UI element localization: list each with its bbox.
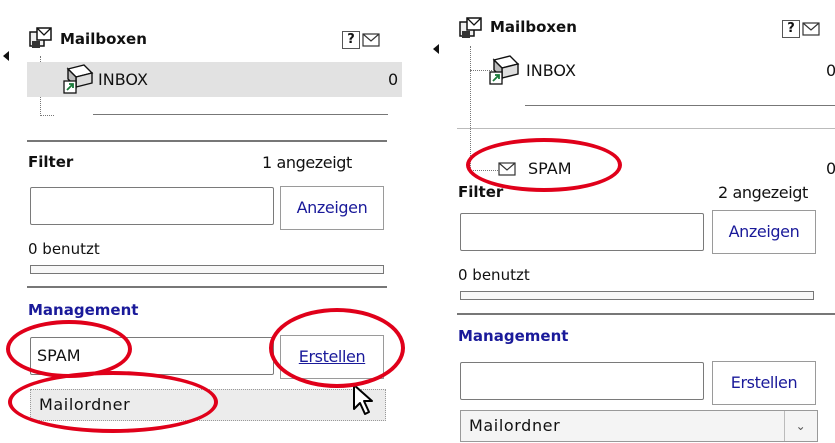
mailboxes-title: Mailboxen bbox=[490, 18, 577, 36]
new-folder-input[interactable] bbox=[460, 362, 704, 400]
inbox-label[interactable]: INBOX bbox=[526, 61, 576, 80]
inbox-label[interactable]: INBOX bbox=[98, 70, 148, 89]
inbox-count: 0 bbox=[826, 61, 835, 80]
collapse-arrow-icon[interactable] bbox=[433, 44, 439, 54]
inbox-count: 0 bbox=[388, 70, 399, 89]
mail-envelope-icon[interactable] bbox=[362, 33, 380, 47]
filter-input[interactable] bbox=[30, 187, 274, 225]
mailboxes-icon bbox=[459, 17, 482, 38]
spam-folder-icon bbox=[498, 162, 516, 176]
collapse-arrow-icon[interactable] bbox=[3, 51, 9, 61]
tree-line bbox=[40, 115, 54, 116]
help-icon[interactable]: ? bbox=[782, 20, 800, 38]
filter-label: Filter bbox=[28, 153, 74, 171]
filter-count: 1 angezeigt bbox=[262, 153, 352, 172]
usage-text: 0 benutzt bbox=[458, 266, 530, 284]
divider bbox=[525, 105, 835, 106]
folder-type-select[interactable]: Mailordner ⌄ bbox=[460, 410, 818, 442]
spam-label[interactable]: SPAM bbox=[528, 159, 572, 178]
mouse-cursor-icon bbox=[353, 384, 373, 415]
usage-bar bbox=[460, 291, 814, 300]
mailboxes-icon bbox=[29, 27, 52, 48]
tree-line bbox=[470, 170, 498, 171]
divider bbox=[93, 114, 388, 115]
usage-bar bbox=[30, 265, 384, 274]
management-label: Management bbox=[458, 327, 569, 345]
create-button[interactable]: Erstellen bbox=[280, 335, 384, 379]
chevron-down-icon[interactable]: ⌄ bbox=[784, 411, 817, 441]
mail-envelope-icon[interactable] bbox=[802, 22, 820, 36]
usage-text: 0 benutzt bbox=[28, 240, 100, 258]
left-panel: Mailboxen ? INBOX 0 Filter 1 angezeigt A… bbox=[0, 0, 405, 443]
help-icon[interactable]: ? bbox=[342, 31, 360, 49]
inbox-icon bbox=[63, 64, 94, 94]
create-button[interactable]: Erstellen bbox=[712, 361, 816, 405]
tree-line bbox=[470, 46, 471, 170]
new-folder-input[interactable]: SPAM bbox=[30, 337, 274, 375]
right-panel: Mailboxen ? INBOX 0 SPAM 0 Filter 2 ange… bbox=[430, 0, 835, 443]
divider bbox=[27, 286, 387, 288]
folder-type-select[interactable]: Mailordner bbox=[30, 389, 386, 421]
mailboxes-title: Mailboxen bbox=[60, 30, 147, 48]
divider bbox=[457, 128, 835, 129]
inbox-icon bbox=[489, 55, 520, 85]
divider bbox=[27, 140, 387, 142]
filter-label: Filter bbox=[458, 183, 504, 201]
spam-count: 0 bbox=[826, 159, 835, 178]
show-button[interactable]: Anzeigen bbox=[712, 210, 816, 254]
filter-input[interactable] bbox=[460, 213, 704, 251]
folder-type-select-value: Mailordner bbox=[469, 416, 561, 435]
filter-count: 2 angezeigt bbox=[718, 183, 808, 202]
show-button[interactable]: Anzeigen bbox=[280, 186, 384, 230]
management-label: Management bbox=[28, 301, 139, 319]
divider bbox=[457, 313, 835, 315]
